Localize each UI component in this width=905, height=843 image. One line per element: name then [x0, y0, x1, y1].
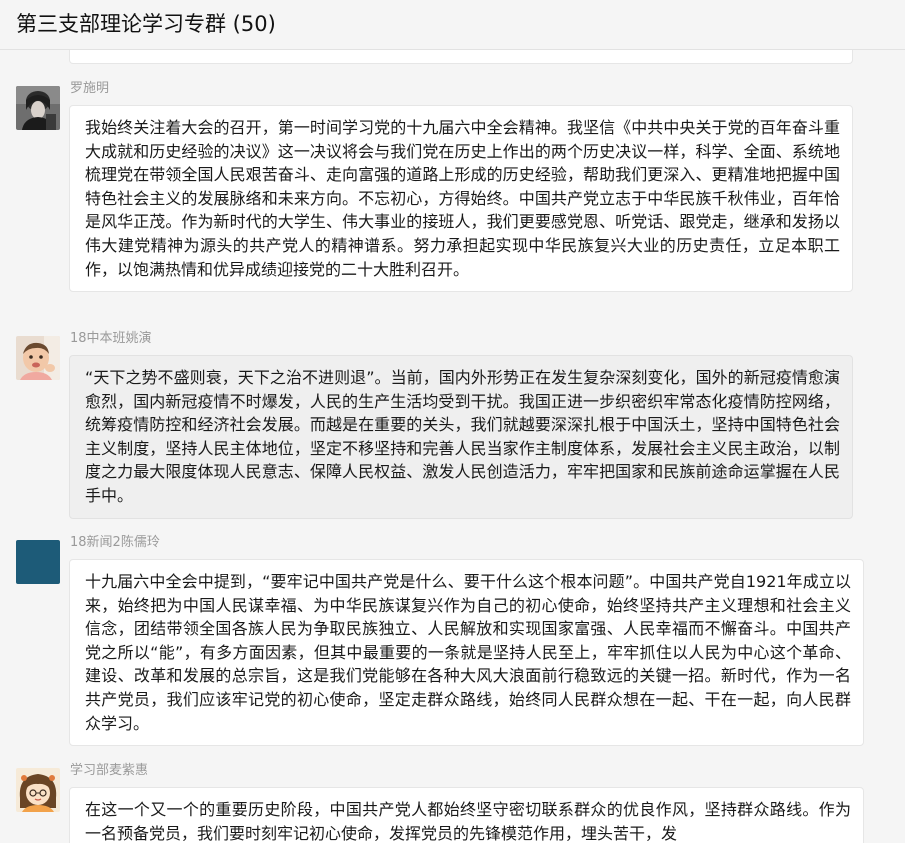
- message-bubble[interactable]: “天下之势不盛则衰，天下之治不进则退”。当前，国内外形势正在发生复杂深刻变化，国…: [69, 355, 853, 519]
- message-bubble[interactable]: 在这一个又一个的重要历史阶段，中国共产党人都始终坚守密切联系群众的优良作风，坚持…: [69, 787, 864, 843]
- sender-name: 18中本班姚演: [70, 331, 152, 346]
- chat-header: 第三支部理论学习专群 (50): [0, 0, 905, 50]
- group-title: 第三支部理论学习专群 (50): [16, 12, 276, 36]
- message-list[interactable]: 罗施明 我始终关注着大会的召开，第一时间学习党的十九届六中全会精神。我坚信《中共…: [0, 50, 905, 843]
- sender-name: 罗施明: [70, 81, 110, 96]
- cartoon-girl-avatar[interactable]: [16, 768, 60, 812]
- message-bubble[interactable]: 我始终关注着大会的召开，第一时间学习党的十九届六中全会精神。我坚信《中共中央关于…: [69, 105, 853, 293]
- previous-message-bubble: [69, 50, 853, 64]
- message-bubble[interactable]: 十九届六中全会中提到，“要牢记中国共产党是什么、要干什么这个根本问题”。中国共产…: [69, 559, 864, 747]
- baby-photo-avatar[interactable]: [16, 336, 60, 380]
- sender-name: 18新闻2陈儒玲: [70, 535, 160, 550]
- dark-photo-avatar[interactable]: [16, 86, 60, 130]
- teal-square-avatar[interactable]: [16, 540, 60, 584]
- sender-name: 学习部麦紫惠: [70, 763, 149, 778]
